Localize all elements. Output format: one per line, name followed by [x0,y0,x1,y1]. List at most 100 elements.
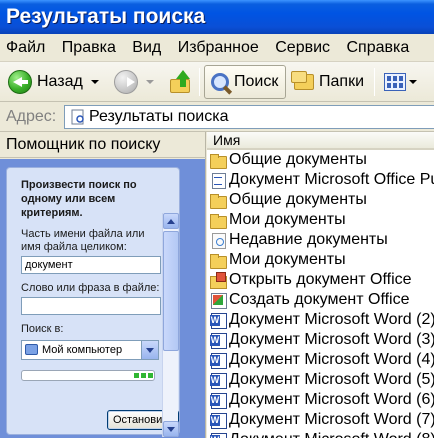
list-item[interactable]: Создать документ Office [207,290,434,310]
list-item[interactable]: Открыть документ Office [207,270,434,290]
list-item-name: Документ Microsoft Word (5) [229,371,434,388]
list-item[interactable]: Документ Microsoft Word (4) [207,350,434,370]
list-item-name: Документ Microsoft Word (8) [229,431,434,438]
phrase-input[interactable] [21,297,161,315]
folder-icon [210,252,227,269]
list-item[interactable]: Документ Microsoft Office Pub [207,170,434,190]
recent-documents-icon [210,232,226,249]
phrase-label: Слово или фраза в файле: [21,282,160,294]
list-item[interactable]: Общие документы [207,190,434,210]
scroll-up-icon[interactable] [163,213,179,229]
search-location-select[interactable]: Мой компьютер [21,340,159,360]
search-assistant-header: Помощник по поиску [0,132,206,158]
list-item-name: Недавние документы [229,231,388,248]
search-label: Поиск [234,73,279,90]
window-title-bar[interactable]: Результаты поиска [0,0,434,34]
back-dropdown-icon[interactable] [90,80,99,84]
list-item-name: Документ Microsoft Word (2) [229,311,434,328]
menu-view[interactable]: Вид [132,39,161,56]
menu-favorites[interactable]: Избранное [178,39,259,56]
list-item[interactable]: Документ Microsoft Word (8) [207,430,434,438]
open-office-document-icon [210,272,227,289]
address-label: Адрес: [6,108,57,125]
word-document-icon [210,372,227,389]
search-icon [211,73,229,91]
views-button[interactable] [384,65,417,99]
assistant-scrollbar[interactable] [162,213,179,437]
menu-edit[interactable]: Правка [62,39,116,56]
search-assistant-body: Произвести поиск по одному или всем крит… [0,159,205,438]
list-item[interactable]: Документ Microsoft Word (6) [207,390,434,410]
search-progress-bar [21,370,155,381]
word-document-icon [210,312,227,329]
list-item[interactable]: Документ Microsoft Word (5) [207,370,434,390]
up-folder-icon [168,70,192,94]
address-field[interactable]: Результаты поиска [64,105,434,129]
folders-icon [291,71,314,90]
search-location-value: Мой компьютер [42,344,123,356]
window-title: Результаты поиска [6,5,206,28]
list-item[interactable]: Мои документы [207,250,434,270]
list-item-name: Общие документы [229,151,367,168]
list-item-name: Создать документ Office [229,291,410,308]
search-results-icon [70,109,86,132]
menu-file[interactable]: Файл [6,39,45,56]
forward-arrow-icon [114,70,138,94]
search-button[interactable]: Поиск [204,65,286,99]
up-folder-button[interactable] [168,65,192,99]
scroll-down-icon[interactable] [163,421,179,437]
back-button[interactable]: Назад [8,65,99,99]
list-item[interactable]: Общие документы [207,150,434,170]
views-dropdown-icon[interactable] [409,80,417,84]
search-criteria-title: Произвести поиск по одному или всем крит… [21,179,137,219]
address-value: Результаты поиска [89,108,229,125]
word-document-icon [210,412,227,429]
list-item-name: Документ Microsoft Word (7) [229,411,434,428]
toolbar-separator [199,68,200,96]
back-arrow-icon [8,70,32,94]
forward-button[interactable] [114,65,154,99]
menu-help[interactable]: Справка [347,39,410,56]
forward-dropdown-icon[interactable] [146,80,154,84]
list-item-name: Мои документы [229,251,346,268]
search-assistant-pane: Помощник по поиску Произвести поиск по о… [0,132,206,438]
word-document-icon [210,432,227,438]
chevron-down-icon[interactable] [141,341,158,359]
new-office-document-icon [210,292,227,309]
scroll-thumb[interactable] [163,231,179,351]
list-item-name: Документ Microsoft Office Pub [229,171,434,188]
document-icon [210,172,226,189]
list-item[interactable]: Документ Microsoft Word (3) [207,330,434,350]
list-item[interactable]: Мои документы [207,210,434,230]
search-location-label: Поиск в: [21,323,64,335]
folder-icon [210,192,227,209]
my-computer-icon [25,344,38,355]
list-item-name: Документ Microsoft Word (4) [229,351,434,368]
list-item[interactable]: Документ Microsoft Word (7) [207,410,434,430]
toolbar: Назад Поиск Папки [0,62,434,102]
results-list: Общие документы Документ Microsoft Office… [207,150,434,438]
folders-button[interactable]: Папки [291,65,364,99]
search-results-pane: Имя Общие документы Документ Microsoft Of… [207,132,434,438]
list-item-name: Документ Microsoft Word (3) [229,331,434,348]
menu-tools[interactable]: Сервис [275,39,330,56]
folder-icon [210,212,227,229]
list-item-name: Открыть документ Office [229,271,412,288]
file-name-label: Часть имени файла или имя файла целиком: [21,228,145,253]
list-item-name: Мои документы [229,211,346,228]
toolbar-separator [374,68,375,96]
column-header-name[interactable]: Имя [207,132,434,150]
file-name-input[interactable] [21,256,161,274]
word-document-icon [210,392,227,409]
folders-label: Папки [319,73,364,90]
search-criteria-card: Произвести поиск по одному или всем крит… [6,167,180,435]
list-item[interactable]: Недавние документы [207,230,434,250]
word-document-icon [210,332,227,349]
list-item[interactable]: Документ Microsoft Word (2) [207,310,434,330]
menu-bar: Файл Правка Вид Избранное Сервис Справка [0,34,434,62]
views-icon [384,73,406,91]
list-item-name: Общие документы [229,191,367,208]
word-document-icon [210,352,227,369]
folder-icon [210,152,227,169]
address-bar: Адрес: Результаты поиска [0,102,434,132]
